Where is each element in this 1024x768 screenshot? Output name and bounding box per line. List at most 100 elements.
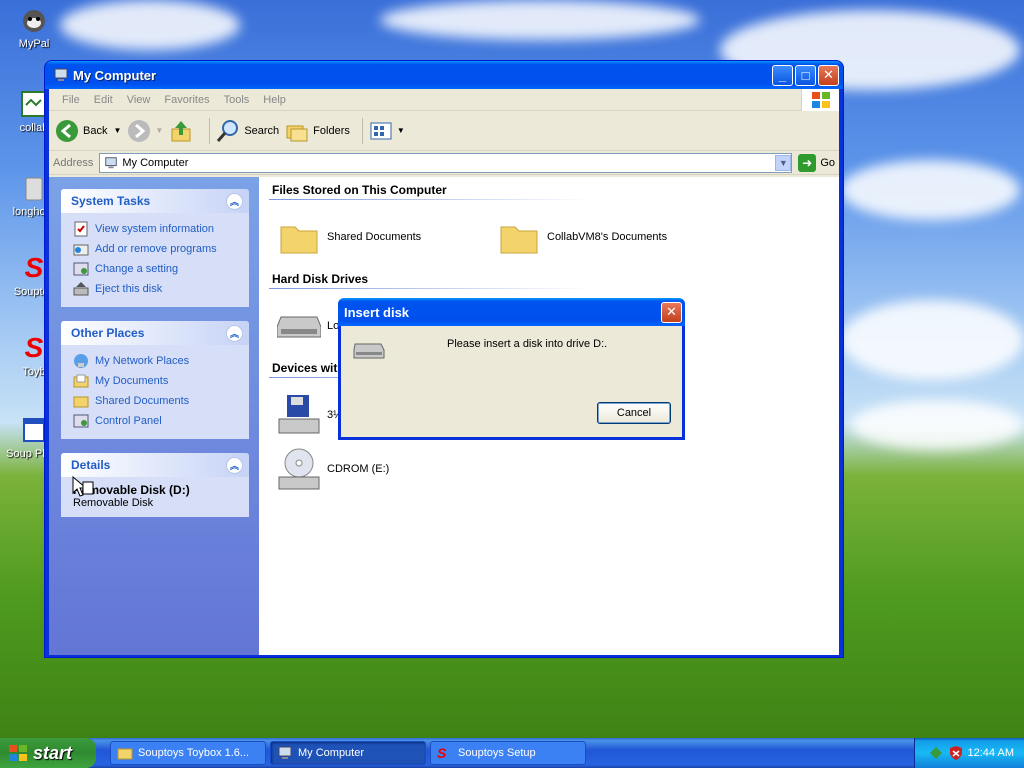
window-titlebar[interactable]: My Computer _ □ ✕ xyxy=(45,61,843,89)
dialog-close-button[interactable]: ✕ xyxy=(661,301,682,323)
folders-icon xyxy=(286,125,308,141)
desktop-icon-label: MyPal xyxy=(18,38,50,50)
desktop-icon-mypal[interactable]: MyPal xyxy=(4,4,64,50)
task-souptoys-toybox[interactable]: Souptoys Toybox 1.6... xyxy=(110,741,266,765)
task-label: Change a setting xyxy=(95,263,179,275)
place-label: Shared Documents xyxy=(95,395,190,407)
eject-icon xyxy=(73,282,89,296)
collapse-chevron-icon[interactable]: ︽ xyxy=(226,324,243,342)
item-cdrom-drive[interactable]: CDROM (E:) xyxy=(275,444,495,494)
task-label: Add or remove programs xyxy=(95,243,217,255)
system-tasks-header[interactable]: System Tasks ︽ xyxy=(61,189,249,213)
system-tray: 12:44 AM xyxy=(914,738,1024,768)
system-info-icon xyxy=(74,221,88,237)
forward-button[interactable]: ▼ xyxy=(127,119,163,143)
control-panel-icon xyxy=(73,262,89,276)
system-tasks-panel: System Tasks ︽ View system information A… xyxy=(61,189,249,307)
dialog-titlebar[interactable]: Insert disk ✕ xyxy=(338,298,685,326)
task-pane: System Tasks ︽ View system information A… xyxy=(49,177,259,655)
other-places-panel: Other Places ︽ My Network Places My Docu… xyxy=(61,321,249,439)
close-button[interactable]: ✕ xyxy=(818,64,839,86)
views-button[interactable]: ▼ xyxy=(369,119,405,143)
details-header[interactable]: Details ︽ xyxy=(61,453,249,477)
dialog-message: Please insert a disk into drive D:. xyxy=(447,338,608,350)
folders-label: Folders xyxy=(313,124,350,137)
folders-button[interactable]: Folders xyxy=(285,119,350,143)
place-my-documents[interactable]: My Documents xyxy=(73,371,239,391)
details-name: Removable Disk (D:) xyxy=(73,483,190,497)
collapse-chevron-icon[interactable]: ︽ xyxy=(226,456,243,474)
item-collabvm8-documents[interactable]: CollabVM8's Documents xyxy=(495,212,715,262)
network-tray-icon[interactable] xyxy=(928,745,944,761)
start-label: start xyxy=(33,742,73,763)
forward-dropdown-icon: ▼ xyxy=(155,126,164,135)
search-button[interactable]: Search xyxy=(216,119,279,143)
go-arrow-icon: ➜ xyxy=(798,153,817,172)
task-my-computer[interactable]: My Computer xyxy=(270,741,426,765)
control-panel-icon xyxy=(73,414,89,428)
taskbar: start Souptoys Toybox 1.6... My Computer… xyxy=(0,738,1024,768)
add-remove-icon xyxy=(73,244,89,256)
search-icon xyxy=(217,119,239,142)
collapse-chevron-icon[interactable]: ︽ xyxy=(226,192,243,210)
back-arrow-icon xyxy=(56,119,78,142)
window-title: My Computer xyxy=(73,67,157,83)
security-shield-icon[interactable] xyxy=(948,745,964,761)
up-folder-icon xyxy=(171,120,191,141)
menu-bar: File Edit View Favorites Tools Help xyxy=(49,88,839,111)
task-eject-disk[interactable]: Eject this disk xyxy=(73,279,239,299)
go-button[interactable]: ➜ Go xyxy=(798,153,835,172)
cancel-button[interactable]: Cancel xyxy=(597,402,671,424)
back-button[interactable]: Back ▼ xyxy=(55,119,121,143)
computer-icon xyxy=(105,156,118,168)
menu-view[interactable]: View xyxy=(120,94,158,106)
item-shared-documents[interactable]: Shared Documents xyxy=(275,212,495,262)
back-dropdown-icon[interactable]: ▼ xyxy=(113,126,121,135)
folder-icon xyxy=(275,213,323,261)
views-icon xyxy=(370,122,392,139)
menu-tools[interactable]: Tools xyxy=(217,94,257,106)
documents-folder-icon xyxy=(73,374,89,388)
raccoon-icon xyxy=(18,4,50,36)
dialog-title: Insert disk xyxy=(344,304,410,320)
other-places-header[interactable]: Other Places ︽ xyxy=(61,321,249,345)
item-label: CDROM (E:) xyxy=(327,463,390,475)
network-icon xyxy=(74,354,88,368)
start-button[interactable]: start xyxy=(0,738,96,768)
folder-icon xyxy=(495,213,543,261)
windows-flag-icon xyxy=(9,745,27,761)
place-control-panel[interactable]: Control Panel xyxy=(73,411,239,431)
folder-icon xyxy=(73,396,89,408)
computer-icon xyxy=(278,746,292,759)
menu-edit[interactable]: Edit xyxy=(87,94,120,106)
up-button[interactable] xyxy=(169,119,197,143)
address-input[interactable]: My Computer ▼ xyxy=(99,152,793,173)
task-change-setting[interactable]: Change a setting xyxy=(73,259,239,279)
place-label: Control Panel xyxy=(95,415,162,427)
floppy-drive-icon xyxy=(275,391,323,439)
group-title: Hard Disk Drives xyxy=(269,270,589,289)
views-dropdown-icon: ▼ xyxy=(396,126,405,135)
task-label: Eject this disk xyxy=(95,283,163,295)
maximize-button[interactable]: □ xyxy=(795,64,816,86)
search-label: Search xyxy=(244,124,280,137)
clock: 12:44 AM xyxy=(967,747,1014,759)
panel-title: Other Places xyxy=(71,326,145,340)
address-dropdown-icon[interactable]: ▼ xyxy=(775,154,792,171)
minimize-button[interactable]: _ xyxy=(772,64,793,86)
task-view-system-info[interactable]: View system information xyxy=(73,219,239,239)
menu-favorites[interactable]: Favorites xyxy=(157,94,216,106)
cursor-icon xyxy=(72,476,94,497)
windows-logo-icon xyxy=(801,88,839,111)
place-my-network-places[interactable]: My Network Places xyxy=(73,351,239,371)
item-label: CollabVM8's Documents xyxy=(547,231,668,243)
task-souptoys-setup[interactable]: S Souptoys Setup xyxy=(430,741,586,765)
menu-file[interactable]: File xyxy=(55,94,87,106)
menu-help[interactable]: Help xyxy=(256,94,293,106)
task-add-remove-programs[interactable]: Add or remove programs xyxy=(73,239,239,259)
place-shared-documents[interactable]: Shared Documents xyxy=(73,391,239,411)
task-label: Souptoys Toybox 1.6... xyxy=(138,747,250,759)
group-title: Files Stored on This Computer xyxy=(269,181,589,200)
task-label: View system information xyxy=(95,223,215,235)
item-label: Shared Documents xyxy=(327,231,422,243)
